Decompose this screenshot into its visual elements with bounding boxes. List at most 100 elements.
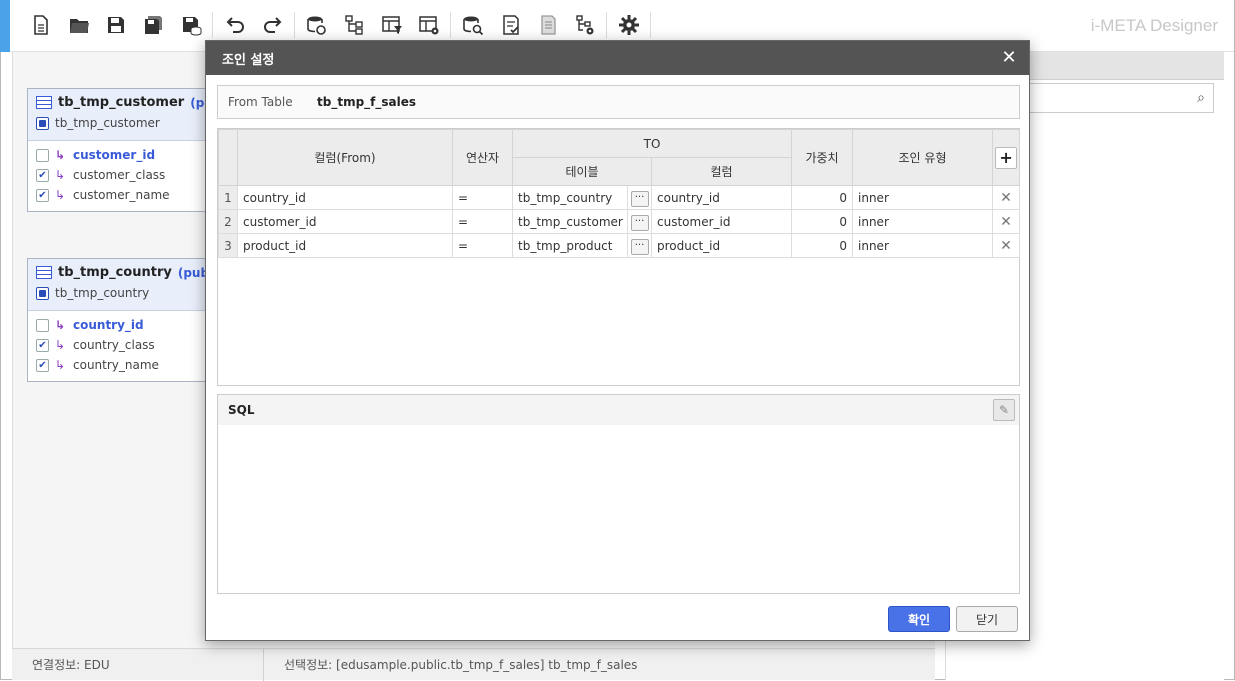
close-button[interactable]: 닫기 (956, 606, 1018, 632)
cell-to-table[interactable]: tb_tmp_country (512, 185, 628, 210)
save-icon[interactable] (103, 12, 129, 38)
cell-operator[interactable]: = (452, 209, 513, 234)
entity-header: tb_tmp_country (public) tb_tmp_country (28, 259, 230, 311)
checklist-icon[interactable] (498, 12, 524, 38)
selection-info: 선택정보: [edusample.public.tb_tmp_f_sales] … (263, 648, 637, 681)
add-row-button[interactable]: + (995, 146, 1018, 169)
hierarchy-icon[interactable] (341, 12, 367, 38)
delete-row-icon[interactable]: ✕ (1000, 190, 1012, 206)
header-column: 컬럼 (650, 157, 793, 186)
sql-label: SQL (228, 403, 255, 417)
column-name: country_id (73, 318, 144, 332)
entity-alias: tb_tmp_country (55, 286, 150, 300)
cell-from-column[interactable]: product_id (237, 233, 453, 258)
cell-join-type[interactable]: inner (852, 233, 994, 258)
dialog-title: 조인 설정 (222, 52, 275, 68)
cell-to-column[interactable]: product_id (650, 233, 793, 258)
cell-to-table[interactable]: tb_tmp_product (512, 233, 628, 258)
redo-icon[interactable] (260, 12, 286, 38)
column-row[interactable]: ✔ ↳ customer_class (36, 165, 218, 185)
header-operator: 연산자 (452, 129, 513, 186)
cell-operator[interactable]: = (452, 185, 513, 210)
column-name: customer_name (73, 188, 170, 202)
row-number: 2 (218, 209, 238, 234)
relation-icon: ↳ (55, 168, 66, 182)
save-all-icon[interactable] (140, 12, 166, 38)
column-checkbox[interactable]: ✔ (36, 168, 49, 182)
document-icon[interactable] (535, 12, 561, 38)
cell-join-type[interactable]: inner (852, 209, 994, 234)
connection-info: 연결정보: EDU (32, 658, 110, 672)
cell-from-column[interactable]: customer_id (237, 209, 453, 234)
search-icon[interactable]: ⌕ (1197, 90, 1205, 106)
column-row[interactable]: ↳ customer_id (36, 145, 218, 165)
accent-bar (0, 0, 10, 52)
table-filter-icon[interactable] (379, 12, 405, 38)
pencil-icon[interactable]: ✎ (993, 399, 1015, 421)
column-name: customer_id (73, 148, 156, 162)
column-checkbox[interactable]: ✔ (36, 358, 49, 372)
alias-checkbox[interactable] (36, 286, 49, 300)
column-row[interactable]: ↳ country_id (36, 315, 218, 335)
browse-table-button[interactable]: ··· (630, 190, 649, 207)
cell-weight[interactable]: 0 (791, 185, 854, 210)
entity-title: tb_tmp_country (58, 265, 172, 280)
from-table-box: From Table tb_tmp_f_sales (217, 85, 1020, 119)
cell-from-column[interactable]: country_id (237, 185, 453, 210)
sql-panel: SQL ✎ (217, 394, 1020, 594)
header-to: TO (511, 129, 793, 158)
column-row[interactable]: ✔ ↳ country_name (36, 355, 218, 375)
entity-alias: tb_tmp_customer (55, 116, 160, 130)
tree-settings-icon[interactable] (572, 12, 598, 38)
cell-operator[interactable]: = (452, 233, 513, 258)
column-checkbox[interactable] (36, 148, 49, 162)
browse-table-button[interactable]: ··· (630, 214, 649, 231)
open-folder-icon[interactable] (66, 12, 92, 38)
entity-header: tb_tmp_customer (publi tb_tmp_customer (28, 89, 230, 141)
header-column-from: 컬럼(From) (237, 129, 453, 186)
column-name: country_name (73, 358, 159, 372)
table-icon (36, 96, 52, 109)
cell-to-column[interactable]: country_id (650, 185, 793, 210)
gear-icon[interactable] (616, 12, 642, 38)
relation-icon: ↳ (55, 338, 66, 352)
cell-weight[interactable]: 0 (791, 209, 854, 234)
column-name: country_class (73, 338, 155, 352)
confirm-button[interactable]: 확인 (888, 606, 950, 632)
delete-row-icon[interactable]: ✕ (1000, 214, 1012, 230)
table-icon (36, 266, 52, 279)
table-row[interactable]: 3 product_id = tb_tmp_product ··· produc… (218, 233, 1021, 258)
app-brand: i-META Designer (1090, 16, 1218, 35)
column-checkbox[interactable] (36, 318, 49, 332)
cell-weight[interactable]: 0 (791, 233, 854, 258)
sql-editor[interactable] (218, 425, 1019, 441)
save-db-icon[interactable] (178, 12, 204, 38)
column-row[interactable]: ✔ ↳ country_class (36, 335, 218, 355)
column-row[interactable]: ✔ ↳ customer_name (36, 185, 218, 205)
delete-row-icon[interactable]: ✕ (1000, 238, 1012, 254)
cell-to-table[interactable]: tb_tmp_customer (512, 209, 628, 234)
table-row[interactable]: 2 customer_id = tb_tmp_customer ··· cust… (218, 209, 1021, 234)
db-search-icon[interactable] (460, 12, 486, 38)
db-link-icon[interactable] (304, 12, 330, 38)
entity-tb-tmp-country[interactable]: tb_tmp_country (public) tb_tmp_country ↳… (27, 258, 230, 382)
header-weight: 가중치 (791, 129, 854, 186)
column-checkbox[interactable]: ✔ (36, 188, 49, 202)
table-settings-icon[interactable] (416, 12, 442, 38)
header-join-type: 조인 유형 (852, 129, 994, 186)
alias-checkbox[interactable] (36, 116, 49, 130)
cell-to-column[interactable]: customer_id (650, 209, 793, 234)
new-file-icon[interactable] (28, 12, 54, 38)
join-settings-dialog: 조인 설정 ✕ From Table tb_tmp_f_sales 컬럼(Fro… (205, 40, 1030, 641)
from-table-label: From Table (228, 95, 293, 109)
column-checkbox[interactable]: ✔ (36, 338, 49, 352)
undo-icon[interactable] (222, 12, 248, 38)
column-name: customer_class (73, 168, 166, 182)
dialog-title-bar: 조인 설정 ✕ (206, 41, 1029, 75)
header-table: 테이블 (512, 157, 652, 186)
table-row[interactable]: 1 country_id = tb_tmp_country ··· countr… (218, 185, 1021, 210)
entity-tb-tmp-customer[interactable]: tb_tmp_customer (publi tb_tmp_customer ↳… (27, 88, 230, 212)
browse-table-button[interactable]: ··· (630, 238, 649, 255)
cell-join-type[interactable]: inner (852, 185, 994, 210)
close-icon[interactable]: ✕ (999, 48, 1019, 68)
